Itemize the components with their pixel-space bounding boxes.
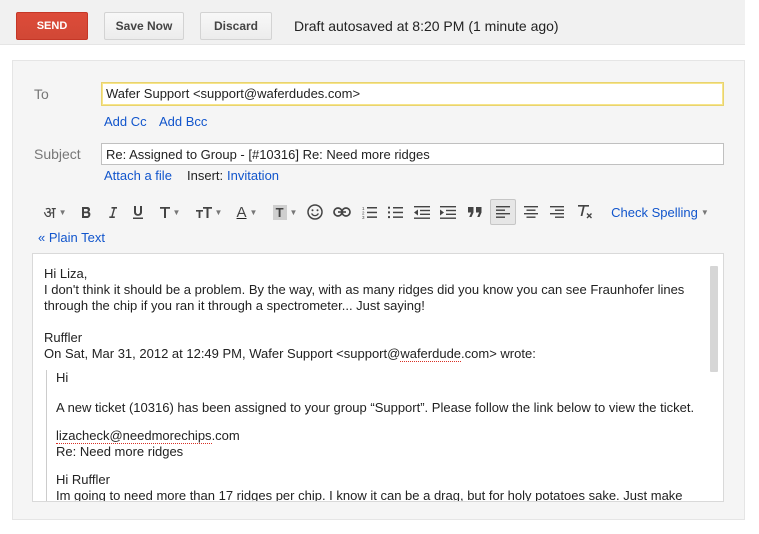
italic-icon[interactable] xyxy=(104,199,120,225)
svg-text:3: 3 xyxy=(362,215,365,219)
compose-action-bar: SEND Save Now Discard Draft autosaved at… xyxy=(0,0,745,45)
body-line-1: I don't think it should be a problem. By… xyxy=(44,282,685,297)
subject-label: Subject xyxy=(34,146,81,162)
to-label: To xyxy=(34,86,49,102)
font-size-icon[interactable]: ▼ xyxy=(194,199,224,225)
underline-icon[interactable] xyxy=(130,199,146,225)
remove-formatting-icon[interactable] xyxy=(574,199,596,225)
subject-field[interactable]: Re: Assigned to Group - [#10316] Re: Nee… xyxy=(101,143,724,165)
quote-ticket-line: A new ticket (10316) has been assigned t… xyxy=(56,400,695,415)
body-line-2: through the chip if you ran it through a… xyxy=(44,298,425,313)
greeting-line: Hi Liza, xyxy=(44,266,88,281)
quote-cut-line: Im going to need more than 17 ridges per… xyxy=(56,488,683,502)
link-icon[interactable] xyxy=(332,199,352,225)
attribution-prefix: On Sat, Mar 31, 2012 at 12:49 PM, Wafer … xyxy=(44,346,401,361)
message-body-editor[interactable]: Hi Liza, I don't think it should be a pr… xyxy=(32,253,724,502)
message-body: Hi Liza, I don't think it should be a pr… xyxy=(44,266,704,502)
align-right-icon[interactable] xyxy=(546,199,568,225)
input-tools-glyph: अ xyxy=(43,205,56,222)
align-center-icon[interactable] xyxy=(520,199,542,225)
signature-line: Ruffler xyxy=(44,330,83,345)
bulleted-list-icon[interactable] xyxy=(386,199,404,225)
save-now-button[interactable]: Save Now xyxy=(104,12,184,40)
highlight-color-icon[interactable]: T ▼ xyxy=(270,199,300,225)
text-color-icon[interactable]: A ▼ xyxy=(232,199,262,225)
text-color-glyph: A xyxy=(236,203,247,221)
misspelled-email[interactable]: lizacheck@needmorechips xyxy=(56,428,212,444)
font-icon[interactable]: ▼ xyxy=(156,199,184,225)
send-button[interactable]: SEND xyxy=(16,12,88,40)
discard-button[interactable]: Discard xyxy=(200,12,272,40)
quote-email-suffix: .com xyxy=(211,428,240,443)
emoji-icon[interactable] xyxy=(306,199,324,225)
highlight-color-glyph: T xyxy=(272,204,287,220)
attach-file-link[interactable]: Attach a file xyxy=(104,168,172,183)
formatting-toolbar: अ ▼ ▼ ▼ A ▼ T ▼ 123 Check Spelling ▼ xyxy=(34,199,724,225)
quoted-message: Hi A new ticket (10316) has been assigne… xyxy=(46,370,704,502)
insert-invitation-link[interactable]: Invitation xyxy=(227,168,279,183)
editor-scrollbar[interactable] xyxy=(710,266,718,372)
indent-more-icon[interactable] xyxy=(438,199,458,225)
input-tools-icon[interactable]: अ ▼ xyxy=(38,199,72,225)
add-cc-link[interactable]: Add Cc xyxy=(104,114,147,129)
quote-attribution: On Sat, Mar 31, 2012 at 12:49 PM, Wafer … xyxy=(44,346,704,362)
quote-subject-line: Re: Need more ridges xyxy=(56,444,184,459)
indent-less-icon[interactable] xyxy=(412,199,432,225)
autosave-status: Draft autosaved at 8:20 PM (1 minute ago… xyxy=(294,18,559,34)
to-field[interactable]: Wafer Support <support@waferdudes.com> xyxy=(101,82,724,106)
quote-icon[interactable] xyxy=(466,199,484,225)
numbered-list-icon[interactable]: 123 xyxy=(360,199,378,225)
insert-label: Insert: xyxy=(187,168,224,183)
bold-icon[interactable] xyxy=(78,199,94,225)
quote-greeting: Hi xyxy=(56,370,69,385)
misspelled-word[interactable]: waferdude xyxy=(400,346,462,362)
plain-text-toggle[interactable]: « Plain Text xyxy=(38,230,105,245)
quote-hi-ruffler: Hi Ruffler xyxy=(56,472,110,487)
quote-email-line: lizacheck@needmorechips.com xyxy=(56,428,704,444)
check-spelling-button[interactable]: Check Spelling ▼ xyxy=(610,199,710,225)
align-left-icon[interactable] xyxy=(490,199,516,225)
add-bcc-link[interactable]: Add Bcc xyxy=(159,114,207,129)
check-spelling-label: Check Spelling xyxy=(611,204,698,220)
attribution-suffix: .com> wrote: xyxy=(461,346,536,361)
